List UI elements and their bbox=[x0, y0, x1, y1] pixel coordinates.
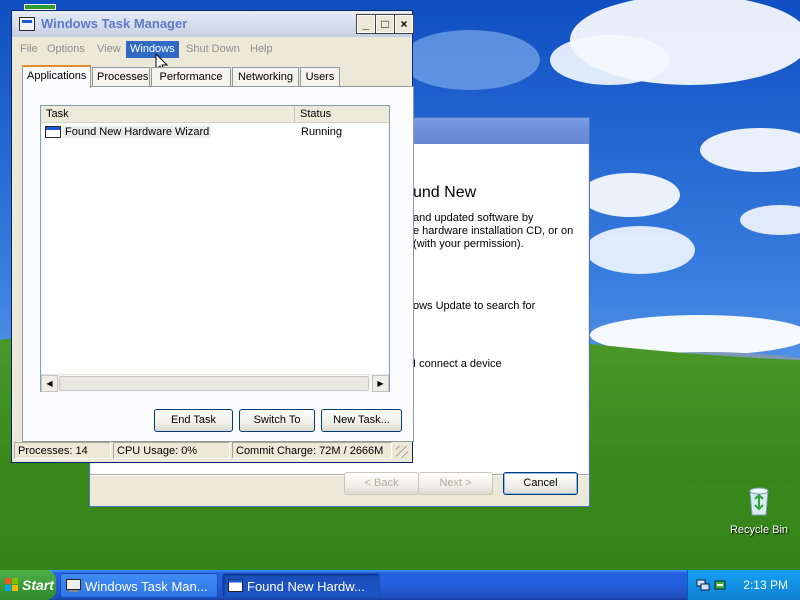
switch-to-button[interactable]: Switch To bbox=[239, 409, 315, 432]
taskbar-button-task-manager[interactable]: Windows Task Man... bbox=[60, 573, 218, 598]
task-status: Running bbox=[301, 126, 342, 138]
windows-logo-icon bbox=[5, 578, 18, 591]
start-label: Start bbox=[22, 577, 54, 593]
task-name: Found New Hardware Wizard bbox=[63, 126, 212, 138]
menu-view[interactable]: View bbox=[93, 41, 125, 58]
wizard-option-connect-device[interactable]: I connect a device bbox=[413, 358, 502, 371]
column-status[interactable]: Status bbox=[295, 106, 391, 123]
menu-options[interactable]: Options bbox=[43, 41, 89, 58]
recycle-bin-label: Recycle Bin bbox=[729, 524, 789, 536]
menu-shut-down[interactable]: Shut Down bbox=[182, 41, 244, 58]
safely-remove-hardware-icon[interactable] bbox=[713, 578, 727, 592]
start-button[interactable]: Start bbox=[0, 570, 56, 600]
taskbar-button-label: Found New Hardw... bbox=[247, 579, 365, 594]
maximize-button[interactable]: □ bbox=[375, 14, 395, 34]
wizard-text-line-3: (with your permission). bbox=[413, 238, 524, 250]
task-list[interactable]: Task Status Found New Hardware Wizard Ru… bbox=[40, 105, 390, 392]
menu-bar: File Options View Windows Shut Down Help bbox=[12, 39, 412, 59]
menu-help[interactable]: Help bbox=[246, 41, 277, 58]
end-task-button[interactable]: End Task bbox=[154, 409, 233, 432]
status-processes: Processes: 14 bbox=[14, 442, 111, 459]
tab-processes[interactable]: Processes bbox=[92, 67, 150, 87]
minimize-button[interactable]: _ bbox=[356, 14, 376, 34]
menu-file[interactable]: File bbox=[16, 41, 42, 58]
menu-windows[interactable]: Windows bbox=[126, 41, 179, 58]
tab-networking[interactable]: Networking bbox=[232, 67, 299, 87]
wizard-text-line-1: and updated software by bbox=[413, 212, 534, 224]
recycle-bin[interactable]: Recycle Bin bbox=[723, 485, 795, 536]
task-name-cell: Found New Hardware Wizard bbox=[63, 124, 212, 140]
status-commit: Commit Charge: 72M / 2666M bbox=[232, 442, 392, 459]
status-cpu: CPU Usage: 0% bbox=[113, 442, 230, 459]
tab-users[interactable]: Users bbox=[300, 67, 340, 87]
applications-panel: Task Status Found New Hardware Wizard Ru… bbox=[22, 86, 414, 442]
task-manager-window[interactable]: Windows Task Manager _ □ × File Options … bbox=[11, 10, 414, 463]
tab-applications[interactable]: Applications bbox=[22, 65, 91, 88]
task-list-header: Task Status bbox=[41, 106, 389, 123]
column-task[interactable]: Task bbox=[41, 106, 295, 123]
task-manager-icon bbox=[66, 579, 81, 592]
clock[interactable]: 2:13 PM bbox=[743, 578, 788, 592]
scroll-left-icon[interactable]: ◀ bbox=[41, 375, 58, 392]
wizard-heading: und New bbox=[413, 184, 477, 201]
taskbar-button-hardware-wizard[interactable]: Found New Hardw... bbox=[222, 573, 380, 598]
resize-grip-icon[interactable] bbox=[396, 446, 408, 458]
task-manager-titlebar[interactable]: Windows Task Manager _ □ × bbox=[12, 11, 414, 37]
close-button[interactable]: × bbox=[394, 14, 414, 34]
task-manager-icon bbox=[19, 17, 35, 31]
status-bar: Processes: 14 CPU Usage: 0% Commit Charg… bbox=[14, 440, 410, 460]
recycle-bin-icon bbox=[749, 487, 769, 516]
scroll-thumb[interactable] bbox=[59, 376, 369, 391]
back-button[interactable]: < Back bbox=[344, 472, 419, 495]
application-window-icon bbox=[228, 579, 243, 592]
horizontal-scrollbar[interactable]: ◀ ▶ bbox=[41, 374, 389, 392]
wizard-option-windows-update[interactable]: ows Update to search for bbox=[413, 300, 535, 313]
tab-performance[interactable]: Performance bbox=[151, 67, 231, 87]
cancel-button[interactable]: Cancel bbox=[503, 472, 578, 495]
scroll-right-icon[interactable]: ▶ bbox=[372, 375, 389, 392]
wizard-text-line-2: e hardware installation CD, or on bbox=[413, 225, 574, 237]
task-manager-title: Windows Task Manager bbox=[41, 16, 188, 31]
next-button[interactable]: Next > bbox=[418, 472, 493, 495]
taskbar: Start Windows Task Man... Found New Hard… bbox=[0, 570, 800, 600]
new-task-button[interactable]: New Task... bbox=[321, 409, 402, 432]
table-row[interactable]: Found New Hardware Wizard Running bbox=[41, 124, 389, 140]
taskbar-button-label: Windows Task Man... bbox=[85, 579, 208, 594]
system-tray: 2:13 PM bbox=[687, 570, 800, 600]
application-window-icon bbox=[45, 126, 61, 138]
network-icon[interactable] bbox=[696, 578, 710, 592]
